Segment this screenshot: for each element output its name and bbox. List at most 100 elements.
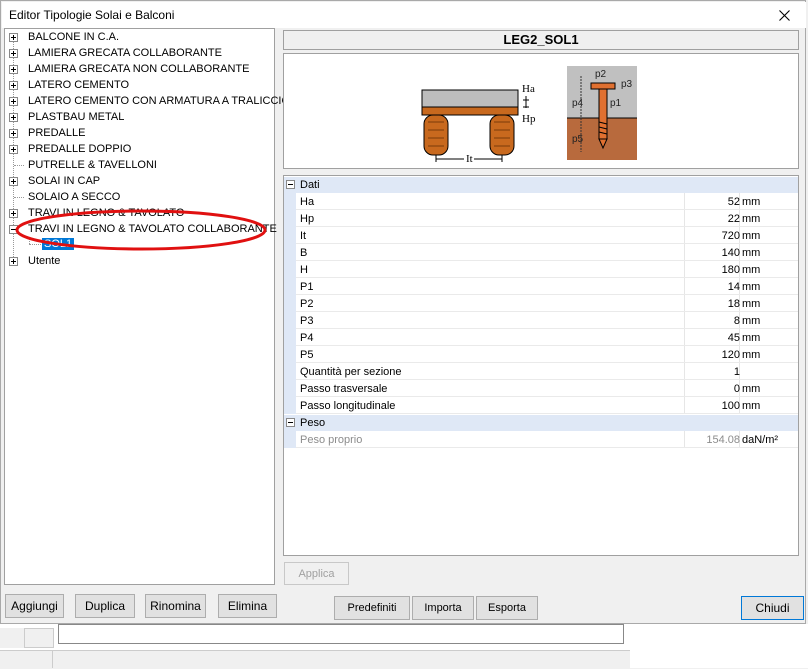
- property-value[interactable]: 720: [684, 230, 740, 242]
- property-value[interactable]: 18: [684, 298, 740, 310]
- property-name: P1: [300, 281, 314, 293]
- property-value[interactable]: 52: [684, 196, 740, 208]
- tree-item-predalle[interactable]: PREDALLE: [9, 126, 271, 141]
- category-dati[interactable]: Dati: [284, 177, 798, 193]
- typology-tree[interactable]: BALCONE IN C.A. LAMIERA GRECATA COLLABOR…: [4, 28, 290, 585]
- expand-plus-icon[interactable]: [9, 81, 18, 90]
- tree-item-predalle-doppio[interactable]: PREDALLE DOPPIO: [9, 142, 271, 157]
- collapse-minus-icon[interactable]: [286, 180, 295, 189]
- property-value[interactable]: 22: [684, 213, 740, 225]
- property-row[interactable]: Hp 22 mm: [284, 210, 798, 227]
- expand-plus-icon[interactable]: [9, 257, 18, 266]
- property-row[interactable]: Ha 52 mm: [284, 193, 798, 210]
- close-icon: [778, 9, 790, 21]
- property-unit: mm: [742, 213, 761, 225]
- tree-item-solai-cap[interactable]: SOLAI IN CAP: [9, 174, 271, 189]
- property-row[interactable]: P1 14 mm: [284, 278, 798, 295]
- property-value[interactable]: 45: [684, 332, 740, 344]
- expand-plus-icon[interactable]: [9, 177, 18, 186]
- expand-plus-icon[interactable]: [9, 33, 18, 42]
- esporta-button[interactable]: Esporta: [476, 596, 538, 620]
- property-unit: mm: [742, 247, 761, 259]
- expand-plus-icon[interactable]: [9, 97, 18, 106]
- property-row[interactable]: Passo longitudinale 100 mm: [284, 397, 798, 414]
- label-p5: p5: [572, 134, 584, 145]
- typology-name: LEG2_SOL1: [503, 32, 579, 47]
- property-name: P4: [300, 332, 314, 344]
- expand-plus-icon[interactable]: [9, 145, 18, 154]
- expand-plus-icon[interactable]: [9, 49, 18, 58]
- property-value: 154.08: [706, 434, 740, 446]
- property-value[interactable]: 140: [684, 247, 740, 259]
- beam-section-diagram: It Ha Hp p2 p3 p4 p1 p5: [421, 66, 637, 165]
- importa-button[interactable]: Importa: [412, 596, 474, 620]
- tree-item-latero-cemento[interactable]: LATERO CEMENTO: [9, 78, 271, 93]
- beam-left-shape: [423, 114, 449, 156]
- label-p1: p1: [610, 98, 622, 109]
- property-value[interactable]: 1: [684, 366, 740, 378]
- property-grid[interactable]: Dati Peso Peso proprio 154.08 daN/m² Ha 5…: [283, 175, 799, 556]
- expand-plus-icon[interactable]: [9, 129, 18, 138]
- close-button[interactable]: [762, 3, 806, 27]
- expand-plus-icon[interactable]: [9, 113, 18, 122]
- property-row[interactable]: H 180 mm: [284, 261, 798, 278]
- label-p3: p3: [621, 79, 633, 90]
- tree-item-lamiera-non-collab[interactable]: LAMIERA GRECATA NON COLLABORANTE: [9, 62, 271, 77]
- tree-item-latero-traliccio[interactable]: LATERO CEMENTO CON ARMATURA A TRALICCIO: [9, 94, 290, 109]
- label-ha: Ha: [522, 83, 535, 95]
- property-row[interactable]: P5 120 mm: [284, 346, 798, 363]
- rinomina-button[interactable]: Rinomina: [145, 594, 206, 618]
- property-row[interactable]: Passo trasversale 0 mm: [284, 380, 798, 397]
- screw-head-shape: [590, 82, 616, 90]
- property-row[interactable]: P3 8 mm: [284, 312, 798, 329]
- elimina-button[interactable]: Elimina: [218, 594, 277, 618]
- property-name: P2: [300, 298, 314, 310]
- applica-button[interactable]: Applica: [284, 562, 349, 585]
- tree-item-lamiera-collab[interactable]: LAMIERA GRECATA COLLABORANTE: [9, 46, 271, 61]
- editor-window: Editor Tipologie Solai e Balconi BALCONE…: [0, 0, 806, 624]
- property-row[interactable]: P4 45 mm: [284, 329, 798, 346]
- property-unit: mm: [742, 400, 761, 412]
- property-name: P5: [300, 349, 314, 361]
- property-unit: mm: [742, 230, 761, 242]
- property-unit: mm: [742, 298, 761, 310]
- screw-shank-shape: [598, 88, 608, 140]
- plank-shape: [421, 106, 519, 116]
- title-bar: Editor Tipologie Solai e Balconi: [2, 2, 806, 28]
- property-name: Passo trasversale: [300, 383, 388, 395]
- predefiniti-button[interactable]: Predefiniti: [334, 596, 410, 620]
- property-name: Peso proprio: [300, 434, 363, 446]
- aggiungi-button[interactable]: Aggiungi: [5, 594, 64, 618]
- property-value[interactable]: 0: [684, 383, 740, 395]
- beam-right-shape: [489, 114, 515, 156]
- expand-plus-icon[interactable]: [9, 65, 18, 74]
- collapse-minus-icon[interactable]: [286, 418, 295, 427]
- chiudi-button[interactable]: Chiudi: [741, 596, 804, 620]
- property-unit: mm: [742, 349, 761, 361]
- label-it: It: [466, 153, 473, 165]
- property-value[interactable]: 8: [684, 315, 740, 327]
- tree-item-plastbau[interactable]: PLASTBAU METAL: [9, 110, 271, 125]
- label-hp: Hp: [522, 113, 536, 125]
- duplica-button[interactable]: Duplica: [75, 594, 135, 618]
- property-unit: mm: [742, 264, 761, 276]
- tree-item-utente[interactable]: Utente: [9, 254, 271, 269]
- property-value[interactable]: 100: [684, 400, 740, 412]
- property-name: P3: [300, 315, 314, 327]
- property-value[interactable]: 120: [684, 349, 740, 361]
- category-peso[interactable]: Peso: [284, 415, 798, 431]
- property-row[interactable]: Quantità per sezione 1: [284, 363, 798, 380]
- property-value[interactable]: 14: [684, 281, 740, 293]
- background-window-area: [0, 624, 808, 669]
- property-row[interactable]: It 720 mm: [284, 227, 798, 244]
- property-name: Passo longitudinale: [300, 400, 396, 412]
- property-row[interactable]: P2 18 mm: [284, 295, 798, 312]
- tree-item-putrelle[interactable]: PUTRELLE & TAVELLONI: [9, 158, 271, 173]
- tree-item-solaio-secco[interactable]: SOLAIO A SECCO: [9, 190, 271, 205]
- typology-name-header: LEG2_SOL1: [283, 30, 799, 50]
- property-row[interactable]: B 140 mm: [284, 244, 798, 261]
- label-p2: p2: [595, 69, 607, 80]
- property-value[interactable]: 180: [684, 264, 740, 276]
- tree-item-balcone[interactable]: BALCONE IN C.A.: [9, 30, 271, 45]
- property-unit: mm: [742, 383, 761, 395]
